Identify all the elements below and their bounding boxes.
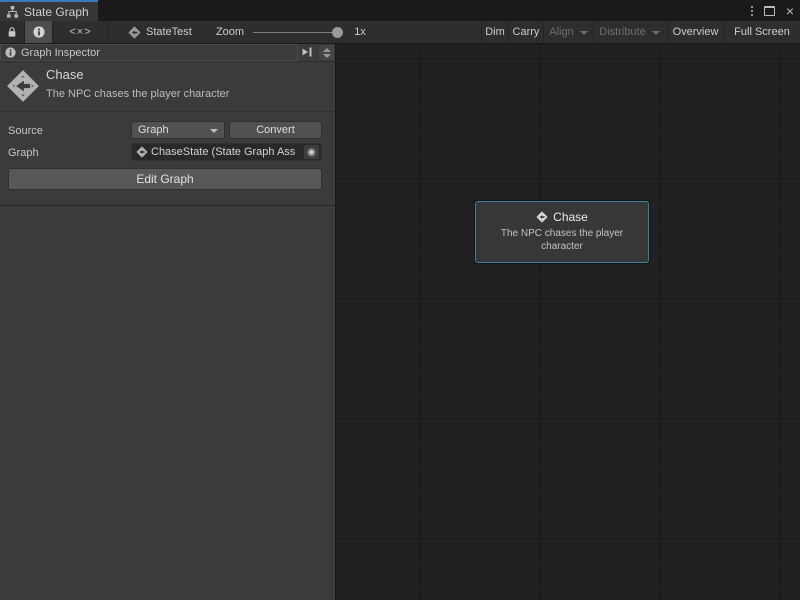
code-icon: <×>	[69, 26, 91, 38]
arrow-down-icon	[323, 54, 331, 58]
lock-icon	[7, 26, 17, 38]
title-bar: State Graph ×	[0, 0, 800, 21]
state-graph-window: State Graph ×	[0, 0, 800, 600]
state-graph-asset-icon	[136, 146, 148, 158]
state-breadcrumb-label: StateTest	[146, 26, 192, 38]
graph-toolbar: <×> StateTest Zoom 1x Dim Carry	[0, 21, 800, 44]
inspected-node-description: The NPC chases the player character	[46, 88, 229, 100]
zoom-slider-track[interactable]	[253, 32, 343, 33]
info-icon	[5, 47, 16, 58]
object-picker-icon[interactable]: ◉	[304, 145, 319, 159]
zoom-label: Zoom	[213, 21, 247, 43]
inspector-title-box: Graph Inspector	[0, 44, 298, 61]
inspected-node-title: Chase	[46, 67, 84, 82]
state-machine-icon	[6, 69, 40, 103]
chevron-down-icon	[652, 31, 660, 35]
tab-state-graph[interactable]: State Graph	[0, 0, 98, 21]
inspector-toggle-button[interactable]	[25, 21, 53, 43]
chevron-down-icon	[210, 129, 218, 133]
graph-field-label: Graph	[8, 147, 39, 159]
zoom-value: 1x	[350, 21, 370, 43]
source-dropdown-value: Graph	[138, 124, 169, 136]
distribute-dropdown-button[interactable]: Distribute	[593, 21, 665, 43]
graph-object-value: ChaseState (State Graph Ass	[151, 146, 301, 158]
dock-panel-icon[interactable]	[301, 46, 314, 59]
lock-button[interactable]	[0, 21, 25, 43]
align-dropdown-button[interactable]: Align	[543, 21, 593, 43]
zoom-slider-handle[interactable]	[332, 27, 343, 38]
chase-state-node[interactable]: Chase The NPC chases the player characte…	[475, 201, 649, 263]
info-icon	[33, 26, 45, 38]
tab-label: State Graph	[24, 5, 89, 19]
maximize-icon[interactable]	[764, 6, 775, 16]
convert-button[interactable]: Convert	[229, 121, 322, 139]
inspector-section-divider	[0, 205, 335, 206]
graph-inspector-panel: Graph Inspector Chase	[0, 44, 336, 600]
graph-object-field[interactable]: ChaseState (State Graph Ass ◉	[131, 143, 322, 161]
source-dropdown[interactable]: Graph	[131, 121, 225, 139]
inspected-node-header: Chase The NPC chases the player characte…	[0, 61, 335, 112]
inspector-title: Graph Inspector	[21, 47, 100, 59]
graph-canvas[interactable]: Chase The NPC chases the player characte…	[337, 44, 800, 600]
inspector-header: Graph Inspector	[0, 44, 335, 62]
state-machine-icon	[536, 211, 548, 223]
graph-hierarchy-icon	[6, 6, 19, 18]
chevron-down-icon	[580, 31, 588, 35]
carry-button[interactable]: Carry	[508, 21, 543, 43]
overview-button[interactable]: Overview	[667, 21, 723, 43]
close-icon[interactable]: ×	[786, 4, 794, 18]
code-view-button[interactable]: <×>	[53, 21, 109, 43]
state-breadcrumb[interactable]: StateTest	[128, 21, 218, 43]
source-field-label: Source	[8, 125, 43, 137]
dim-button[interactable]: Dim	[481, 21, 508, 43]
arrow-up-icon	[323, 48, 331, 52]
window-menu-icon[interactable]	[751, 6, 753, 16]
full-screen-button[interactable]: Full Screen	[723, 21, 800, 43]
state-machine-icon	[128, 26, 141, 39]
panel-scroll-spinner[interactable]	[319, 45, 334, 60]
node-title: Chase	[553, 210, 588, 224]
node-description: The NPC chases the player character	[476, 227, 648, 253]
edit-graph-button[interactable]: Edit Graph	[8, 168, 322, 190]
